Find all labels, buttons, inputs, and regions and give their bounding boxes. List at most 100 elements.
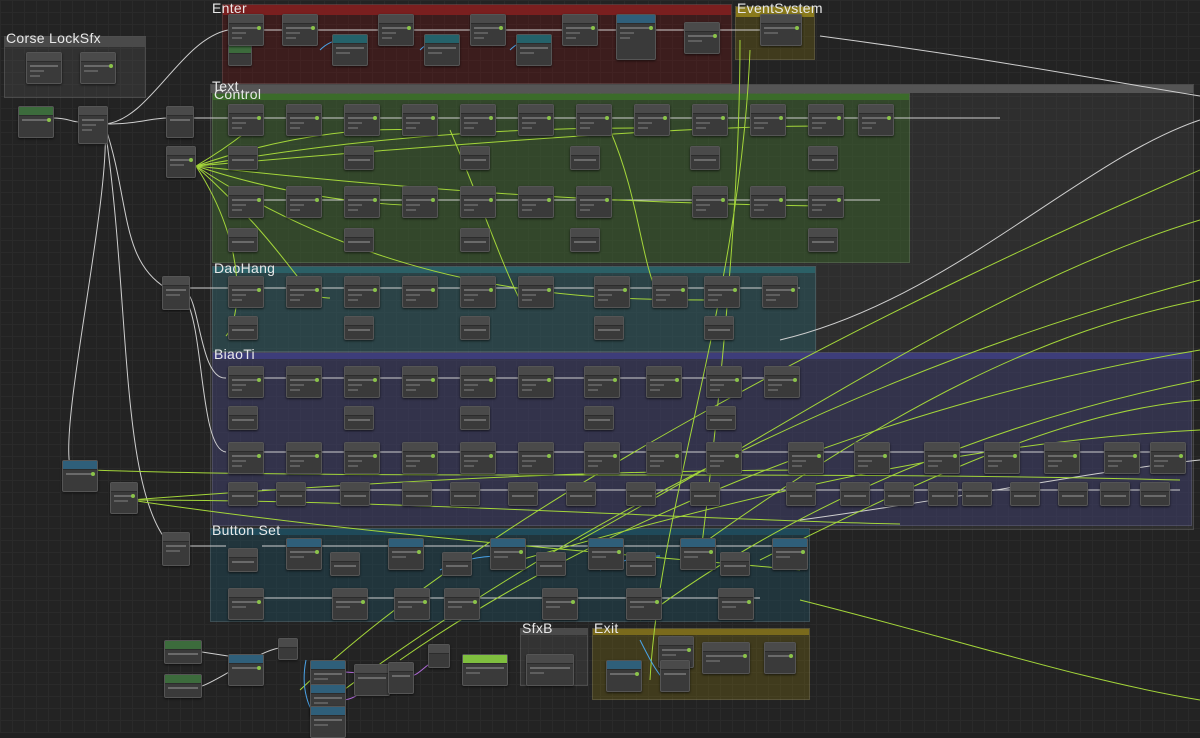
biaoti-row2-node-9[interactable] — [706, 442, 742, 474]
enter-node-9[interactable] — [616, 14, 656, 60]
control-getchild-10[interactable] — [570, 228, 600, 252]
biaoti-node-3[interactable] — [344, 366, 380, 398]
biaoti-row2-node-2[interactable] — [286, 442, 322, 474]
buttonset-row2-node-5[interactable] — [542, 588, 578, 620]
enter-node-4[interactable] — [378, 14, 414, 46]
control-node-1[interactable] — [228, 104, 264, 136]
daohang-node-3[interactable] — [344, 276, 380, 308]
biaoti-row3-node-5[interactable] — [450, 482, 480, 506]
bottom-node-g[interactable] — [428, 644, 450, 668]
biaoti-row3-node-8[interactable] — [626, 482, 656, 506]
biaoti-row3-node-4[interactable] — [402, 482, 432, 506]
control-node-18[interactable] — [518, 186, 554, 218]
daohang-node-4[interactable] — [402, 276, 438, 308]
biaoti-row2-node-14[interactable] — [1044, 442, 1080, 474]
biaoti-getchild-5[interactable] — [706, 406, 736, 430]
biaoti-node-1[interactable] — [228, 366, 264, 398]
bottom-node-d[interactable] — [310, 706, 346, 738]
biaoti-row3-node-9[interactable] — [690, 482, 720, 506]
control-node-2[interactable] — [286, 104, 322, 136]
biaoti-node-8[interactable] — [646, 366, 682, 398]
bottom-node-a[interactable] — [278, 638, 298, 660]
biaoti-row3-node-17[interactable] — [1100, 482, 1130, 506]
get-child-node-biaoti[interactable] — [110, 482, 138, 514]
biaoti-row2-node-4[interactable] — [402, 442, 438, 474]
control-node-20[interactable] — [692, 186, 728, 218]
control-node-3[interactable] — [344, 104, 380, 136]
biaoti-node-10[interactable] — [764, 366, 800, 398]
buttonset-getchild-6[interactable] — [720, 552, 750, 576]
control-getchild-9[interactable] — [460, 228, 490, 252]
buttonset-node-2[interactable] — [388, 538, 424, 570]
sequence-node-button-set[interactable] — [162, 532, 190, 566]
daohang-node-10[interactable] — [762, 276, 798, 308]
control-node-10[interactable] — [750, 104, 786, 136]
sequence-node-daohang[interactable] — [162, 276, 190, 310]
buttonset-getchild-1[interactable] — [228, 548, 258, 572]
control-node-6[interactable] — [518, 104, 554, 136]
exit-node-4[interactable] — [764, 642, 796, 674]
control-getchild-2[interactable] — [344, 146, 374, 170]
control-node-12[interactable] — [858, 104, 894, 136]
biaoti-row2-node-7[interactable] — [584, 442, 620, 474]
sequence-node-control[interactable] — [166, 106, 194, 138]
biaoti-getchild-2[interactable] — [344, 406, 374, 430]
bottom-node-h[interactable] — [462, 654, 508, 686]
exit-node-3[interactable] — [702, 642, 750, 674]
biaoti-row2-node-3[interactable] — [344, 442, 380, 474]
exit-get-variable-node[interactable] — [606, 660, 642, 692]
buttonset-node-1[interactable] — [286, 538, 322, 570]
biaoti-row3-node-1[interactable] — [228, 482, 258, 506]
control-node-19[interactable] — [576, 186, 612, 218]
daohang-node-2[interactable] — [286, 276, 322, 308]
buttonset-getchild-4[interactable] — [536, 552, 566, 576]
daohang-node-1[interactable] — [228, 276, 264, 308]
buttonset-row2-node-4[interactable] — [444, 588, 480, 620]
enter-node-1[interactable] — [228, 14, 264, 46]
enter-node-7[interactable] — [516, 34, 552, 66]
enter-node-8[interactable] — [562, 14, 598, 46]
biaoti-row3-node-12[interactable] — [884, 482, 914, 506]
control-node-13[interactable] — [228, 186, 264, 218]
biaoti-row2-node-12[interactable] — [924, 442, 960, 474]
control-node-17[interactable] — [460, 186, 496, 218]
daohang-getchild-3[interactable] — [460, 316, 490, 340]
bottom-node-e[interactable] — [354, 664, 390, 696]
biaoti-row3-node-2[interactable] — [276, 482, 306, 506]
biaoti-node-2[interactable] — [286, 366, 322, 398]
biaoti-row2-node-16[interactable] — [1150, 442, 1186, 474]
biaoti-row2-node-5[interactable] — [460, 442, 496, 474]
bottom-node-f[interactable] — [388, 662, 414, 694]
sequence-node-main[interactable] — [78, 106, 108, 144]
control-node-5[interactable] — [460, 104, 496, 136]
buttonset-node-3[interactable] — [490, 538, 526, 570]
control-node-22[interactable] — [808, 186, 844, 218]
corse-locksfx-node-1[interactable] — [26, 52, 62, 84]
buttonset-row2-node-3[interactable] — [394, 588, 430, 620]
biaoti-row2-node-6[interactable] — [518, 442, 554, 474]
daohang-node-6[interactable] — [518, 276, 554, 308]
bottom-get-variable-node[interactable] — [228, 654, 264, 686]
biaoti-node-6[interactable] — [518, 366, 554, 398]
buttonset-row2-node-7[interactable] — [718, 588, 754, 620]
biaoti-getchild-3[interactable] — [460, 406, 490, 430]
enter-node-6[interactable] — [470, 14, 506, 46]
daohang-getchild-5[interactable] — [704, 316, 734, 340]
buttonset-row2-node-6[interactable] — [626, 588, 662, 620]
biaoti-row3-node-6[interactable] — [508, 482, 538, 506]
enter-node-5[interactable] — [424, 34, 460, 66]
biaoti-row2-node-11[interactable] — [854, 442, 890, 474]
exit-node-2[interactable] — [660, 660, 690, 692]
control-node-21[interactable] — [750, 186, 786, 218]
buttonset-node-4[interactable] — [588, 538, 624, 570]
buttonset-getchild-2[interactable] — [330, 552, 360, 576]
biaoti-getchild-4[interactable] — [584, 406, 614, 430]
on-enable-event-node[interactable] — [18, 106, 54, 138]
biaoti-row3-node-13[interactable] — [928, 482, 958, 506]
daohang-getchild-4[interactable] — [594, 316, 624, 340]
buttonset-node-6[interactable] — [772, 538, 808, 570]
get-child-node-control[interactable] — [166, 146, 196, 178]
control-getchild-3[interactable] — [460, 146, 490, 170]
get-variable-node-biaoti[interactable] — [62, 460, 98, 492]
control-getchild-4[interactable] — [570, 146, 600, 170]
